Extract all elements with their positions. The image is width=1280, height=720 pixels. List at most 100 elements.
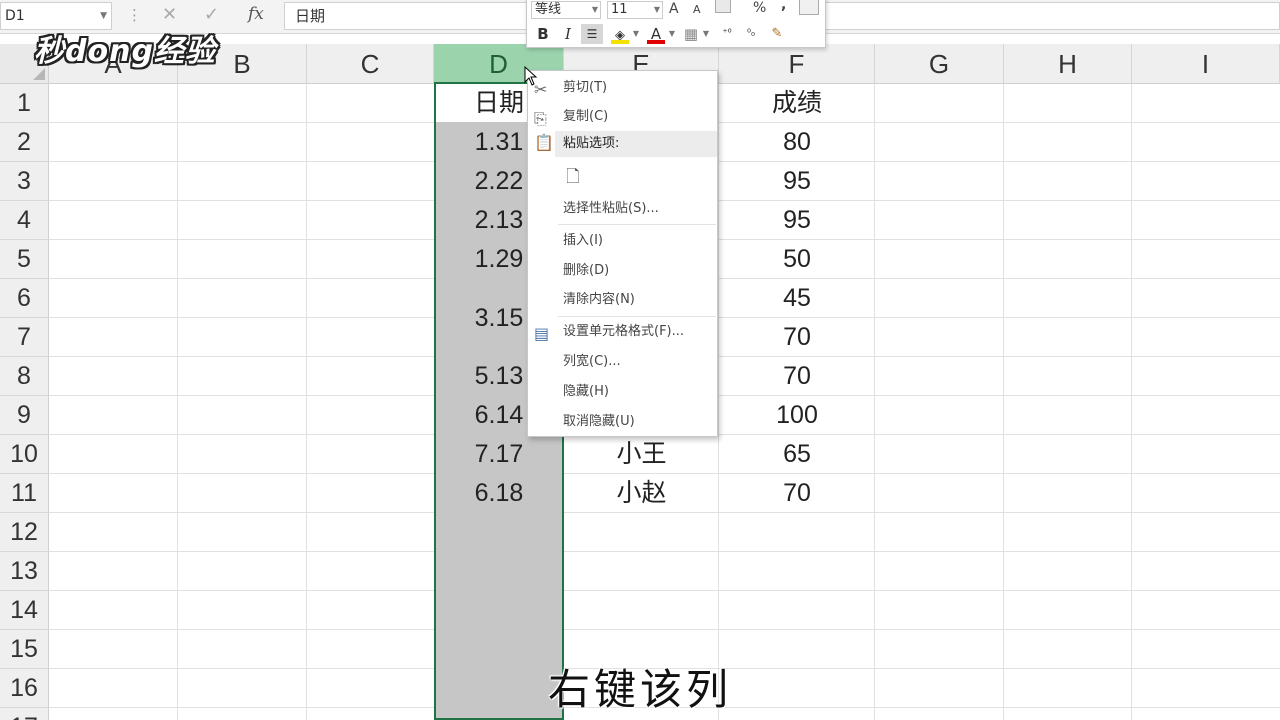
row-header-12[interactable]: 12 [0, 513, 49, 552]
merge-cells-icon[interactable] [799, 0, 819, 15]
menu-item-copy-label: 复制(C) [563, 109, 609, 124]
font-size-select[interactable]: 11 ▼ [607, 1, 663, 19]
menu-item-copy[interactable]: ⎘ 复制(C) [528, 104, 717, 130]
row-header-3[interactable]: 3 [0, 162, 49, 201]
watermark-logo: 秒dong经验 [34, 34, 216, 69]
chevron-down-icon[interactable]: ▼ [667, 24, 677, 44]
cell-f9[interactable]: 100 [719, 396, 875, 435]
percent-style-button[interactable]: % [753, 0, 766, 16]
paste-options-label: 粘贴选项: [563, 136, 620, 151]
row-header-9[interactable]: 9 [0, 396, 49, 435]
cell-d11[interactable]: 6.18 [436, 474, 562, 513]
menu-separator [558, 316, 716, 317]
menu-item-unhide[interactable]: 取消隐藏(U) [528, 409, 717, 435]
row-header-2[interactable]: 2 [0, 123, 49, 162]
cell-f7[interactable]: 70 [719, 318, 875, 357]
column-header-c[interactable]: C [307, 44, 434, 84]
insert-function-button[interactable]: fx [248, 4, 264, 24]
cell-f10[interactable]: 65 [719, 435, 875, 474]
row-header-7[interactable]: 7 [0, 318, 49, 357]
cell-f4[interactable]: 95 [719, 201, 875, 240]
row-header-4[interactable]: 4 [0, 201, 49, 240]
mini-toolbar: 等线 ▼ 11 ▼ A A % , B I ☰ ◈ ▼ A ▼ ▦ ▼ ⁺⁰ ⁰₀ … [526, 0, 826, 48]
more-icon: ⋮ [127, 6, 142, 24]
chevron-down-icon[interactable]: ▼ [631, 24, 641, 44]
menu-item-column-width-label: 列宽(C)... [563, 354, 621, 369]
menu-item-clear-contents-label: 清除内容(N) [563, 292, 635, 307]
menu-item-cut[interactable]: ✂ 剪切(T) [528, 75, 717, 101]
increase-decimal-icon[interactable]: ⁺⁰ [717, 24, 737, 44]
cell-f11[interactable]: 70 [719, 474, 875, 513]
menu-item-clear-contents[interactable]: 清除内容(N) [528, 287, 717, 313]
cell-d10[interactable]: 7.17 [436, 435, 562, 474]
column-line-c [306, 84, 307, 720]
comma-style-button[interactable]: , [781, 0, 786, 13]
fill-color-icon[interactable]: ◈ [609, 24, 631, 44]
menu-item-unhide-label: 取消隐藏(U) [563, 414, 635, 429]
row-header-5[interactable]: 5 [0, 240, 49, 279]
menu-item-paste-special[interactable]: 选择性粘贴(S)... [528, 196, 717, 222]
column-line-i [1131, 84, 1132, 720]
format-cells-icon: ▤ [534, 324, 550, 343]
font-name-select[interactable]: 等线 ▼ [531, 1, 601, 19]
cell-f8[interactable]: 70 [719, 357, 875, 396]
column-line-h [1003, 84, 1004, 720]
column-header-i[interactable]: I [1132, 44, 1280, 84]
font-size-value: 11 [611, 2, 628, 17]
row-header-1[interactable]: 1 [0, 84, 49, 123]
row-header-10[interactable]: 10 [0, 435, 49, 474]
menu-item-insert[interactable]: 插入(I) [528, 228, 717, 254]
mouse-cursor-icon [524, 66, 538, 86]
copy-icon: ⎘ [534, 109, 547, 128]
cell-f3[interactable]: 95 [719, 162, 875, 201]
column-header-f[interactable]: F [719, 44, 875, 84]
menu-item-hide-label: 隐藏(H) [563, 384, 609, 399]
paste-values-icon[interactable]: 🗋 [562, 164, 584, 190]
menu-item-delete-label: 删除(D) [563, 263, 610, 278]
name-box-value: D1 [5, 8, 25, 24]
font-color-icon[interactable]: A [645, 24, 667, 44]
decrease-decimal-icon[interactable]: ⁰₀ [741, 24, 761, 44]
clipboard-icon: 📋 [534, 133, 554, 152]
menu-item-delete[interactable]: 删除(D) [528, 258, 717, 284]
menu-item-column-width[interactable]: 列宽(C)... [528, 349, 717, 375]
cell-f5[interactable]: 50 [719, 240, 875, 279]
menu-item-format-cells[interactable]: ▤ 设置单元格格式(F)... [528, 319, 717, 345]
cell-e10[interactable]: 小王 [564, 435, 719, 474]
row-header-8[interactable]: 8 [0, 357, 49, 396]
row-header-13[interactable]: 13 [0, 552, 49, 591]
cell-f2[interactable]: 80 [719, 123, 875, 162]
format-painter-icon[interactable]: ✎ [767, 24, 787, 44]
cell-f1[interactable]: 成绩 [719, 84, 875, 123]
video-subtitle: 右键该列 [547, 665, 732, 714]
menu-item-hide[interactable]: 隐藏(H) [528, 379, 717, 405]
chevron-down-icon: ▼ [653, 5, 660, 14]
cell-e11[interactable]: 小赵 [564, 474, 719, 513]
center-align-icon[interactable]: ☰ [581, 24, 603, 44]
number-format-icon[interactable] [715, 0, 731, 13]
shrink-font-button[interactable]: A [693, 3, 701, 16]
cell-f6[interactable]: 45 [719, 279, 875, 318]
column-line-b [177, 84, 178, 720]
context-menu: ✂ 剪切(T) ⎘ 复制(C) 粘贴选项: 📋 🗋 选择性粘贴(S)... 插入… [527, 70, 718, 437]
fill-color-swatch [611, 40, 629, 44]
italic-button[interactable]: I [558, 24, 578, 44]
enter-icon[interactable]: ✓ [204, 4, 219, 25]
column-header-g[interactable]: G [875, 44, 1004, 84]
cancel-icon[interactable]: ✕ [162, 4, 177, 25]
menu-item-cut-label: 剪切(T) [563, 80, 608, 95]
borders-icon[interactable]: ▦ [681, 24, 701, 44]
menu-item-insert-label: 插入(I) [563, 233, 603, 248]
bold-button[interactable]: B [533, 24, 553, 44]
menu-item-format-cells-label: 设置单元格格式(F)... [563, 324, 685, 339]
font-color-swatch [647, 40, 665, 44]
paste-options-header: 粘贴选项: [555, 131, 717, 157]
column-header-h[interactable]: H [1004, 44, 1132, 84]
menu-item-paste-special-label: 选择性粘贴(S)... [563, 201, 659, 216]
font-name-value: 等线 [535, 2, 562, 17]
row-header-14[interactable]: 14 [0, 591, 49, 630]
grow-font-button[interactable]: A [669, 1, 679, 17]
row-header-6[interactable]: 6 [0, 279, 49, 318]
chevron-down-icon[interactable]: ▼ [701, 24, 711, 44]
row-header-11[interactable]: 11 [0, 474, 49, 513]
